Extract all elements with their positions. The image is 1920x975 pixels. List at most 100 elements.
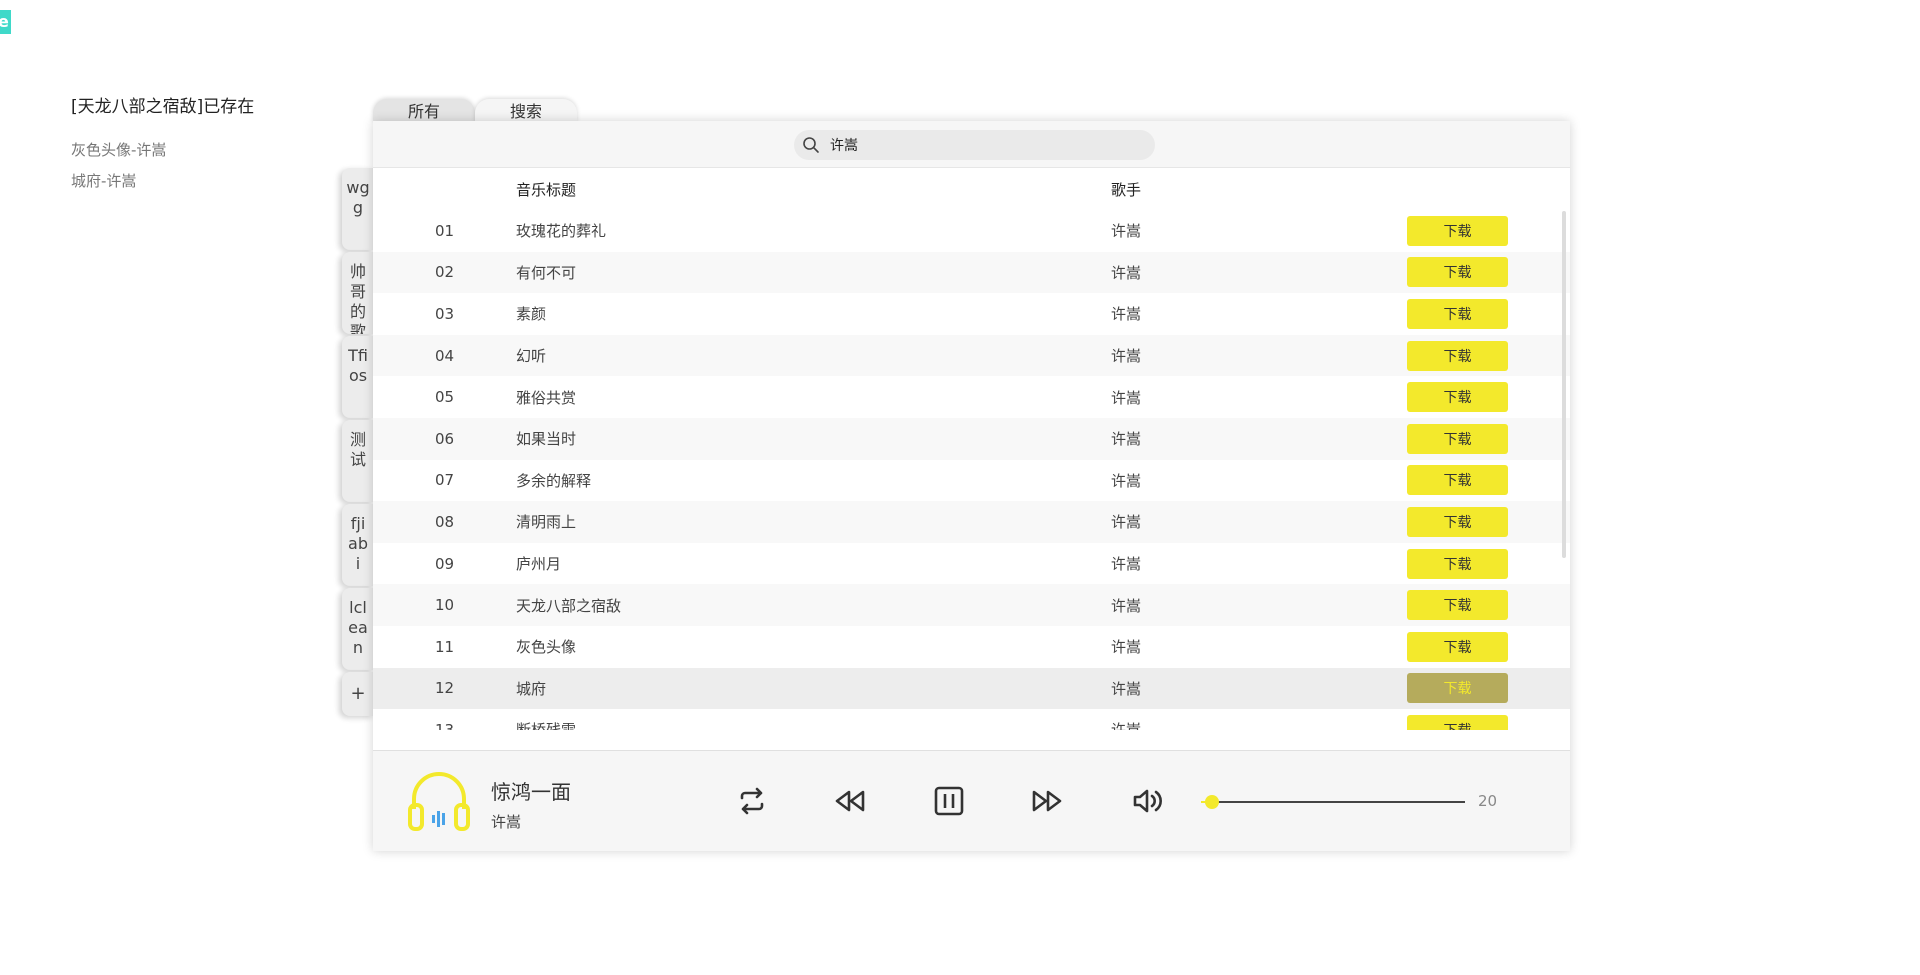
download-button[interactable]: 下载 (1407, 215, 1508, 246)
track-title: 天龙八部之宿敌 (516, 596, 622, 615)
download-cell: 下载 (1407, 631, 1570, 662)
track-artist: 许嵩 (1111, 305, 1142, 324)
track-number: 06 (434, 429, 455, 448)
table-row[interactable]: 08 清明雨上 许嵩 下载 (373, 501, 1570, 543)
headphones-icon (408, 769, 470, 833)
track-title: 多余的解释 (516, 471, 592, 490)
tab-search[interactable]: 搜索 (475, 99, 577, 123)
download-button[interactable]: 下载 (1407, 340, 1508, 371)
playlist-tab-fjiabi[interactable]: fjiabi (342, 504, 374, 586)
history-item[interactable]: 城府-许嵩 (71, 171, 166, 202)
table-row[interactable]: 04 幻听 许嵩 下载 (373, 334, 1570, 377)
table-row[interactable]: 01 玫瑰花的葬礼 许嵩 下载 (373, 210, 1570, 252)
track-number: 01 (434, 221, 455, 240)
download-button[interactable]: 下载 (1407, 423, 1508, 454)
rewind-icon (835, 790, 865, 812)
add-playlist-button[interactable]: + (342, 672, 374, 716)
playlist-tab-tfios[interactable]: Tfios (342, 336, 374, 418)
now-playing-artist: 许嵩 (491, 813, 522, 831)
download-button[interactable]: 下载 (1407, 673, 1508, 704)
track-artist: 许嵩 (1111, 555, 1142, 574)
search-icon (802, 136, 820, 154)
table-header: 音乐标题 歌手 (373, 168, 1570, 210)
header-title: 音乐标题 (516, 180, 577, 199)
download-button[interactable]: 下载 (1407, 257, 1508, 288)
table-row[interactable]: 07 多余的解释 许嵩 下载 (373, 460, 1570, 502)
download-button[interactable]: 下载 (1407, 714, 1508, 730)
volume-knob[interactable] (1204, 795, 1219, 809)
pause-button[interactable] (931, 783, 967, 819)
track-number: 13 (434, 720, 455, 730)
pause-icon (934, 786, 964, 816)
volume-icon (1133, 789, 1162, 813)
download-button[interactable]: 下载 (1407, 590, 1508, 621)
track-title: 有何不可 (516, 263, 577, 282)
download-button[interactable]: 下载 (1407, 298, 1508, 329)
track-title: 幻听 (516, 347, 547, 366)
table-row[interactable]: 09 庐州月 许嵩 下载 (373, 543, 1570, 585)
track-title: 素颜 (516, 305, 547, 324)
corner-badge: e (0, 10, 11, 34)
download-cell: 下载 (1407, 465, 1570, 496)
tab-all[interactable]: 所有 (373, 99, 475, 123)
history-item[interactable]: 灰色头像-许嵩 (71, 140, 166, 171)
download-button[interactable]: 下载 (1407, 382, 1508, 413)
track-title: 城府 (516, 679, 547, 698)
track-number: 07 (434, 471, 455, 490)
download-cell: 下载 (1407, 714, 1570, 730)
track-artist: 许嵩 (1111, 388, 1142, 407)
volume-slider[interactable] (1201, 795, 1465, 809)
download-button[interactable]: 下载 (1407, 465, 1508, 496)
download-cell: 下载 (1407, 340, 1570, 371)
volume-value: 20 (1478, 792, 1498, 810)
playlist-tab-lclean[interactable]: lclean (342, 588, 374, 670)
scrollbar[interactable] (1562, 211, 1566, 558)
previous-button[interactable] (832, 783, 868, 819)
track-title: 雅俗共赏 (516, 388, 577, 407)
download-button[interactable]: 下载 (1407, 548, 1508, 579)
table-row[interactable]: 11 灰色头像 许嵩 下载 (373, 626, 1570, 668)
download-cell: 下载 (1407, 590, 1570, 621)
table-row[interactable]: 12 城府 许嵩 下载 (373, 667, 1570, 710)
track-artist: 许嵩 (1111, 638, 1142, 657)
download-cell: 下载 (1407, 673, 1570, 704)
track-title: 庐州月 (516, 555, 562, 574)
track-title: 断桥残雪 (516, 719, 1111, 730)
download-button[interactable]: 下载 (1407, 631, 1508, 662)
track-artist: 许嵩 (1111, 596, 1142, 615)
repeat-button[interactable] (734, 783, 770, 819)
search-input[interactable] (828, 136, 1128, 154)
track-number: 08 (434, 512, 455, 531)
track-artist: 许嵩 (1111, 263, 1142, 282)
table-row[interactable]: 10 天龙八部之宿敌 许嵩 下载 (373, 584, 1570, 626)
track-number: 02 (434, 263, 455, 282)
table-row[interactable]: 03 素颜 许嵩 下载 (373, 293, 1570, 335)
download-cell: 下载 (1407, 298, 1570, 329)
playlist-tab-handsome-songs[interactable]: 帅哥的歌 (342, 252, 374, 334)
playlist-tabs: wgg 帅哥的歌 Tfios 测试 fjiabi lclean + (342, 168, 374, 718)
search-box[interactable] (794, 130, 1155, 160)
history-list: 灰色头像-许嵩 城府-许嵩 (71, 140, 166, 202)
track-title: 如果当时 (516, 430, 577, 449)
track-title: 灰色头像 (516, 638, 577, 657)
track-artist: 许嵩 (1111, 679, 1142, 698)
table-row[interactable]: 13 断桥残雪许嵩下载 (373, 709, 1570, 730)
table-row[interactable]: 02 有何不可 许嵩 下载 (373, 251, 1570, 294)
download-cell: 下载 (1407, 257, 1570, 288)
table-row[interactable]: 06 如果当时 许嵩 下载 (373, 417, 1570, 460)
fast-forward-icon (1032, 790, 1062, 812)
playlist-tab-wgg[interactable]: wgg (342, 168, 374, 250)
download-cell: 下载 (1407, 548, 1570, 579)
playlist-tab-test[interactable]: 测试 (342, 420, 374, 502)
search-bar (373, 121, 1570, 168)
next-button[interactable] (1029, 783, 1065, 819)
top-tabs: 所有 搜索 (373, 99, 577, 123)
download-cell: 下载 (1407, 506, 1570, 537)
download-button[interactable]: 下载 (1407, 506, 1508, 537)
song-list: 01 玫瑰花的葬礼 许嵩 下载 02 有何不可 许嵩 下载 03 素颜 许嵩 下载 04 幻听 许嵩 下载 05… (373, 210, 1570, 730)
volume-button[interactable] (1129, 783, 1165, 819)
track-artist: 许嵩 (1111, 471, 1142, 490)
table-row[interactable]: 05 雅俗共赏 许嵩 下载 (373, 376, 1570, 418)
track-number: 05 (434, 388, 455, 407)
header-artist: 歌手 (1111, 180, 1142, 199)
